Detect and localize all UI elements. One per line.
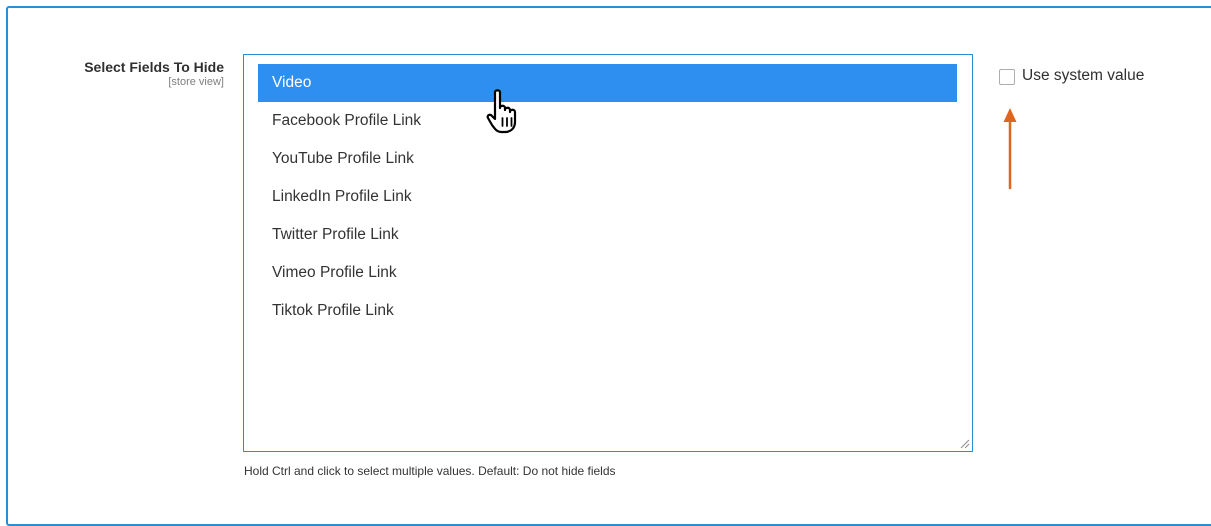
option-video[interactable]: Video [258,64,957,102]
resize-grip-icon[interactable] [960,439,970,449]
use-system-value-option[interactable]: Use system value [999,66,1144,85]
option-vimeo-profile-link[interactable]: Vimeo Profile Link [258,254,957,292]
scope-label: [store view] [168,76,224,88]
hand-pointer-icon [486,89,517,134]
field-label-text: Select Fields To Hide [84,59,224,75]
option-youtube-profile-link[interactable]: YouTube Profile Link [258,140,957,178]
use-system-value-label[interactable]: Use system value [1022,67,1144,85]
option-list: Video Facebook Profile Link YouTube Prof… [258,64,957,330]
fields-multiselect[interactable]: Video Facebook Profile Link YouTube Prof… [243,54,973,452]
option-linkedin-profile-link[interactable]: LinkedIn Profile Link [258,178,957,216]
field-label: Select Fields To Hide [store view] [0,58,224,89]
field-hint: Hold Ctrl and click to select multiple v… [244,464,616,478]
arrow-up-icon [1003,108,1017,190]
option-tiktok-profile-link[interactable]: Tiktok Profile Link [258,292,957,330]
use-system-value-checkbox[interactable] [999,69,1015,85]
option-facebook-profile-link[interactable]: Facebook Profile Link [258,102,957,140]
option-twitter-profile-link[interactable]: Twitter Profile Link [258,216,957,254]
